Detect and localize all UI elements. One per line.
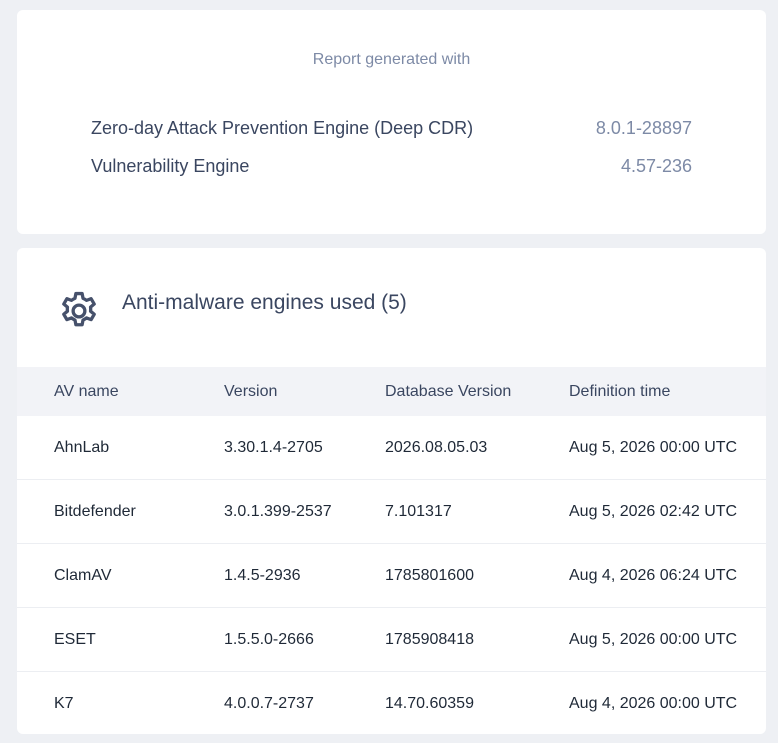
version-cell: 3.0.1.399-2537 bbox=[224, 479, 385, 544]
version-cell: 1.4.5-2936 bbox=[224, 543, 385, 608]
database-version-cell: 7.101317 bbox=[385, 479, 569, 544]
database-version-cell: 1785908418 bbox=[385, 607, 569, 672]
av-name-cell: ESET bbox=[17, 607, 224, 672]
table-row: K7 4.0.0.7-2737 14.70.60359 Aug 4, 2026 … bbox=[17, 672, 766, 735]
version-cell: 4.0.0.7-2737 bbox=[224, 694, 314, 712]
engine-name: Vulnerability Engine bbox=[91, 156, 250, 176]
engine-version: 4.57-236 bbox=[620, 156, 692, 176]
database-version-cell: 1785801600 bbox=[385, 543, 569, 608]
engine-name: Zero-day Attack Prevention Engine (Deep … bbox=[91, 118, 474, 138]
table-row: ESET 1.5.5.0-2666 1785908418 Aug 5, 2026… bbox=[17, 607, 766, 672]
table-row: AhnLab 3.30.1.4-2705 2026.08.05.03 Aug 5… bbox=[17, 416, 766, 480]
column-header-definition-time: Definition time bbox=[569, 367, 766, 416]
gear-icon bbox=[62, 291, 96, 327]
av-engines-title: Anti-malware engines used (5) bbox=[122, 291, 407, 314]
av-engines-table: AV name Version Database Version Definit… bbox=[17, 367, 766, 734]
av-name-cell: ClamAV bbox=[17, 543, 224, 608]
engine-version: 8.0.1-28897 bbox=[595, 118, 692, 138]
table-header-row: AV name Version Database Version Definit… bbox=[17, 367, 766, 416]
av-name-cell: K7 bbox=[54, 694, 74, 712]
report-title: Report generated with bbox=[312, 51, 471, 68]
definition-time-cell: Aug 5, 2026 02:42 UTC bbox=[569, 479, 766, 544]
table-row: Bitdefender 3.0.1.399-2537 7.101317 Aug … bbox=[17, 479, 766, 544]
column-header-av-name: AV name bbox=[17, 367, 224, 416]
column-header-version: Version bbox=[224, 367, 385, 416]
version-cell: 3.30.1.4-2705 bbox=[224, 416, 385, 480]
engine-row: Zero-day Attack Prevention Engine (Deep … bbox=[91, 118, 692, 142]
column-header-database-version: Database Version bbox=[385, 367, 569, 416]
definition-time-cell: Aug 4, 2026 00:00 UTC bbox=[569, 694, 738, 712]
definition-time-cell: Aug 4, 2026 06:24 UTC bbox=[569, 543, 766, 608]
av-name-cell: AhnLab bbox=[17, 416, 224, 480]
table-row: ClamAV 1.4.5-2936 1785801600 Aug 4, 2026… bbox=[17, 543, 766, 608]
engine-row: Vulnerability Engine 4.57-236 bbox=[91, 156, 692, 180]
database-version-cell: 14.70.60359 bbox=[385, 694, 474, 712]
av-name-cell: Bitdefender bbox=[17, 479, 224, 544]
database-version-cell: 2026.08.05.03 bbox=[385, 416, 569, 480]
av-engines-card: Anti-malware engines used (5) AV name Ve… bbox=[17, 248, 766, 734]
av-engines-header: Anti-malware engines used (5) bbox=[17, 248, 766, 366]
version-cell: 1.5.5.0-2666 bbox=[224, 607, 385, 672]
definition-time-cell: Aug 5, 2026 00:00 UTC bbox=[569, 607, 766, 672]
report-card: Report generated with Zero-day Attack Pr… bbox=[17, 10, 766, 234]
definition-time-cell: Aug 5, 2026 00:00 UTC bbox=[569, 416, 766, 480]
